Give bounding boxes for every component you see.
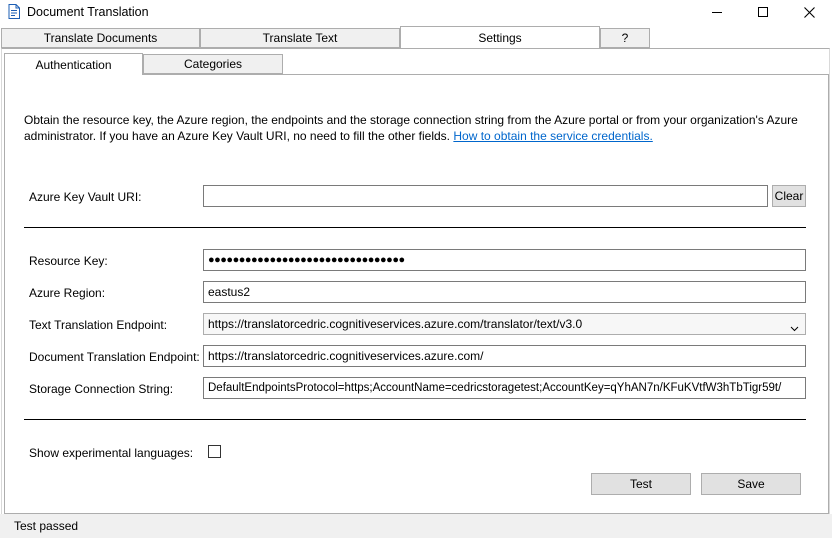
test-button-label: Test: [629, 477, 652, 491]
tab-translate-documents[interactable]: Translate Documents: [1, 28, 200, 48]
intro-description: Obtain the resource key, the Azure regio…: [24, 113, 798, 143]
intro-text: Obtain the resource key, the Azure regio…: [24, 112, 814, 144]
credentials-help-link[interactable]: How to obtain the service credentials.: [453, 129, 652, 143]
save-button[interactable]: Save: [701, 473, 801, 495]
storage-connection-input[interactable]: DefaultEndpointsProtocol=https;AccountNa…: [203, 377, 806, 399]
test-button[interactable]: Test: [591, 473, 691, 495]
key-vault-label: Azure Key Vault URI:: [29, 190, 142, 204]
resource-key-label: Resource Key:: [29, 254, 108, 268]
clear-button[interactable]: Clear: [772, 185, 806, 207]
subtab-label: Categories: [183, 57, 243, 71]
minimize-button[interactable]: [694, 0, 740, 24]
doc-endpoint-label: Document Translation Endpoint:: [29, 350, 200, 364]
close-icon: [803, 6, 815, 18]
maximize-button[interactable]: [740, 0, 786, 24]
save-button-label: Save: [737, 477, 765, 491]
tab-label: Settings: [478, 30, 522, 45]
resource-key-input[interactable]: ●●●●●●●●●●●●●●●●●●●●●●●●●●●●●●●●: [203, 249, 806, 271]
status-text: Test passed: [14, 519, 79, 533]
tab-label: Translate Text: [262, 31, 338, 45]
minimize-icon: [712, 7, 722, 17]
tab-settings[interactable]: Settings: [400, 26, 600, 48]
app-document-icon: [8, 4, 20, 19]
key-vault-input[interactable]: [203, 185, 768, 207]
status-bar: Test passed: [0, 514, 832, 538]
text-endpoint-value: https://translatorcedric.cognitiveservic…: [208, 317, 583, 331]
close-button[interactable]: [786, 0, 832, 24]
text-endpoint-label: Text Translation Endpoint:: [29, 318, 168, 332]
chevron-down-icon: [790, 319, 799, 334]
main-tab-strip: Translate Documents Translate Text Setti…: [0, 26, 832, 49]
tab-label: Translate Documents: [43, 31, 158, 45]
tab-help[interactable]: ?: [600, 28, 650, 48]
storage-label: Storage Connection String:: [29, 382, 174, 396]
separator: [24, 419, 806, 420]
separator: [24, 227, 806, 228]
window-title: Document Translation: [27, 5, 149, 19]
region-label: Azure Region:: [29, 286, 106, 300]
maximize-icon: [758, 7, 768, 17]
tab-label: ?: [621, 31, 629, 45]
subtab-label: Authentication: [35, 57, 112, 72]
doc-endpoint-input[interactable]: https://translatorcedric.cognitiveservic…: [203, 345, 806, 367]
clear-button-label: Clear: [774, 189, 804, 203]
experimental-languages-checkbox[interactable]: [208, 445, 221, 458]
tab-translate-text[interactable]: Translate Text: [200, 28, 400, 48]
title-bar: Document Translation: [0, 0, 832, 26]
subtab-categories[interactable]: Categories: [143, 54, 283, 74]
experimental-languages-label: Show experimental languages:: [29, 446, 194, 460]
subtab-authentication[interactable]: Authentication: [4, 53, 143, 75]
region-input[interactable]: eastus2: [203, 281, 806, 303]
text-endpoint-combobox[interactable]: https://translatorcedric.cognitiveservic…: [203, 313, 806, 335]
